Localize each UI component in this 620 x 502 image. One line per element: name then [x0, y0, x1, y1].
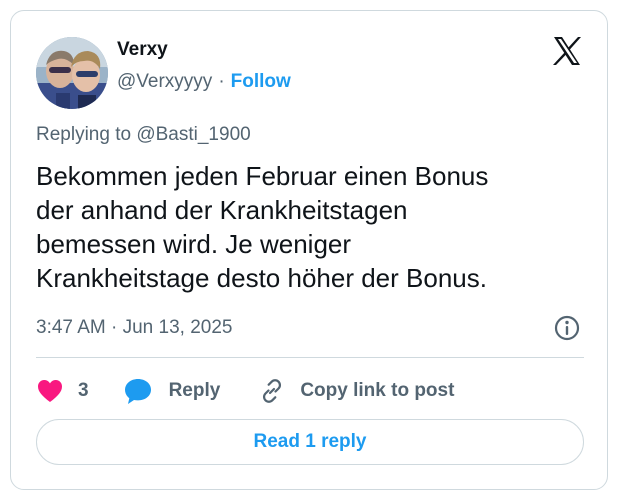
read-replies-button[interactable]: Read 1 reply: [36, 419, 584, 465]
post-text-line: der anhand der Krankheitstagen: [36, 195, 408, 225]
info-icon[interactable]: [553, 314, 581, 342]
author-name[interactable]: Verxy: [117, 39, 168, 61]
post-timestamp[interactable]: 3:47 AM · Jun 13, 2025: [36, 317, 232, 339]
divider: [36, 357, 584, 358]
speech-bubble-icon: [124, 379, 151, 404]
link-icon: [263, 379, 282, 403]
post-text-line: Bekommen jeden Februar einen Bonus: [36, 161, 489, 191]
embedded-post-card: Verxy @Verxyyyy · Follow Replying to @Bast…: [10, 10, 608, 490]
heart-icon: [38, 380, 62, 402]
x-logo-icon[interactable]: [549, 33, 585, 69]
author-handle-row: @Verxyyyy · Follow: [117, 71, 291, 93]
reply-button[interactable]: Reply: [123, 377, 221, 405]
read-replies-label: Read 1 reply: [253, 431, 367, 452]
author-handle[interactable]: @Verxyyyy: [117, 71, 212, 92]
replying-to-text: Replying to @Basti_1900: [36, 124, 251, 145]
handle-separator: ·: [218, 71, 225, 92]
avatar[interactable]: [36, 37, 108, 109]
follow-button[interactable]: Follow: [231, 71, 291, 92]
avatar-photo: [36, 37, 108, 109]
like-button[interactable]: 3: [36, 378, 89, 404]
reply-label: Reply: [168, 380, 221, 401]
copy-link-label: Copy link to post: [300, 380, 455, 401]
copy-link-button[interactable]: Copy link to post: [258, 377, 454, 405]
post-text-line: bemessen wird. Je weniger: [36, 229, 352, 259]
post-text: Bekommen jeden Februar einen Bonus der a…: [36, 159, 596, 295]
post-actions: 3 Reply Copy link to post: [36, 373, 454, 409]
post-text-line: Krankheitstage desto höher der Bonus.: [36, 263, 487, 293]
like-count: 3: [78, 380, 89, 401]
